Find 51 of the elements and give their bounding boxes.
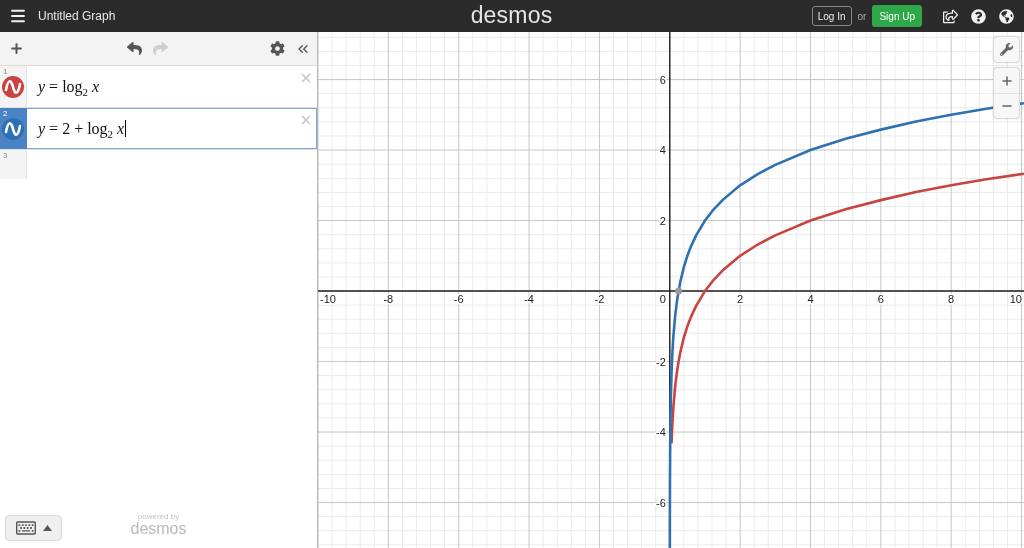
graph-title: Untitled Graph <box>38 9 116 23</box>
plus-icon <box>9 41 24 56</box>
login-button[interactable]: Log In <box>811 6 852 26</box>
undo-icon <box>127 41 142 56</box>
cursor-icon <box>125 120 127 137</box>
close-icon <box>299 113 313 127</box>
plus-icon <box>999 73 1014 88</box>
settings-button[interactable] <box>270 41 285 56</box>
logo-text: desmos <box>470 3 553 27</box>
expression-row[interactable]: 1 y = log$_{2}$ x <box>0 66 317 108</box>
tick-label: -2 <box>594 293 605 306</box>
tick-label: 2 <box>659 214 666 227</box>
tick-label: 6 <box>877 293 884 306</box>
menu-icon[interactable] <box>9 7 27 25</box>
tick-label: -6 <box>453 293 464 306</box>
expression-number: 1 <box>3 68 8 76</box>
graph-area[interactable]: -10 -8 -6 -4 -2 0 2 4 6 8 10 -6 -4 -2 2 4 6 <box>318 32 1024 548</box>
expression-input[interactable]: y = log$_{2}$ x <box>27 66 299 107</box>
tick-label: 10 <box>1009 293 1022 306</box>
expression-row[interactable]: 2 y = 2 + log$_{2}$ x <box>0 108 317 150</box>
keyboard-button[interactable] <box>5 515 62 541</box>
expression-handle[interactable]: 2 <box>0 108 27 149</box>
tick-label: -8 <box>383 293 394 306</box>
caret-up-icon <box>42 525 52 531</box>
globe-icon[interactable] <box>999 8 1014 24</box>
wrench-icon <box>1000 43 1013 56</box>
tick-label: 4 <box>807 293 814 306</box>
tick-label: 0 <box>659 293 666 306</box>
point-marker-icon[interactable] <box>675 287 683 295</box>
tick-label: 8 <box>948 293 955 306</box>
expression-number: 3 <box>3 152 8 160</box>
share-icon[interactable] <box>943 8 958 24</box>
undo-button[interactable] <box>127 41 142 56</box>
expression-number: 2 <box>3 110 8 118</box>
redo-icon <box>153 41 168 56</box>
tick-label: -2 <box>656 355 666 368</box>
add-button[interactable] <box>9 41 24 56</box>
graph-settings-button[interactable] <box>993 36 1020 63</box>
expression-input[interactable]: y = 2 + log$_{2}$ x <box>27 108 299 149</box>
keyboard-icon <box>15 518 36 538</box>
tick-label: 4 <box>659 144 666 157</box>
tick-label: 2 <box>737 293 744 306</box>
close-icon <box>299 71 313 85</box>
settings-icon <box>270 41 285 56</box>
tick-label: 6 <box>659 73 666 86</box>
or-text: or <box>857 10 867 22</box>
tick-label: -10 <box>320 293 336 306</box>
tick-label: -4 <box>656 426 666 439</box>
tick-label: -4 <box>524 293 534 306</box>
tick-label: -6 <box>656 496 666 509</box>
help-icon[interactable] <box>971 8 986 24</box>
